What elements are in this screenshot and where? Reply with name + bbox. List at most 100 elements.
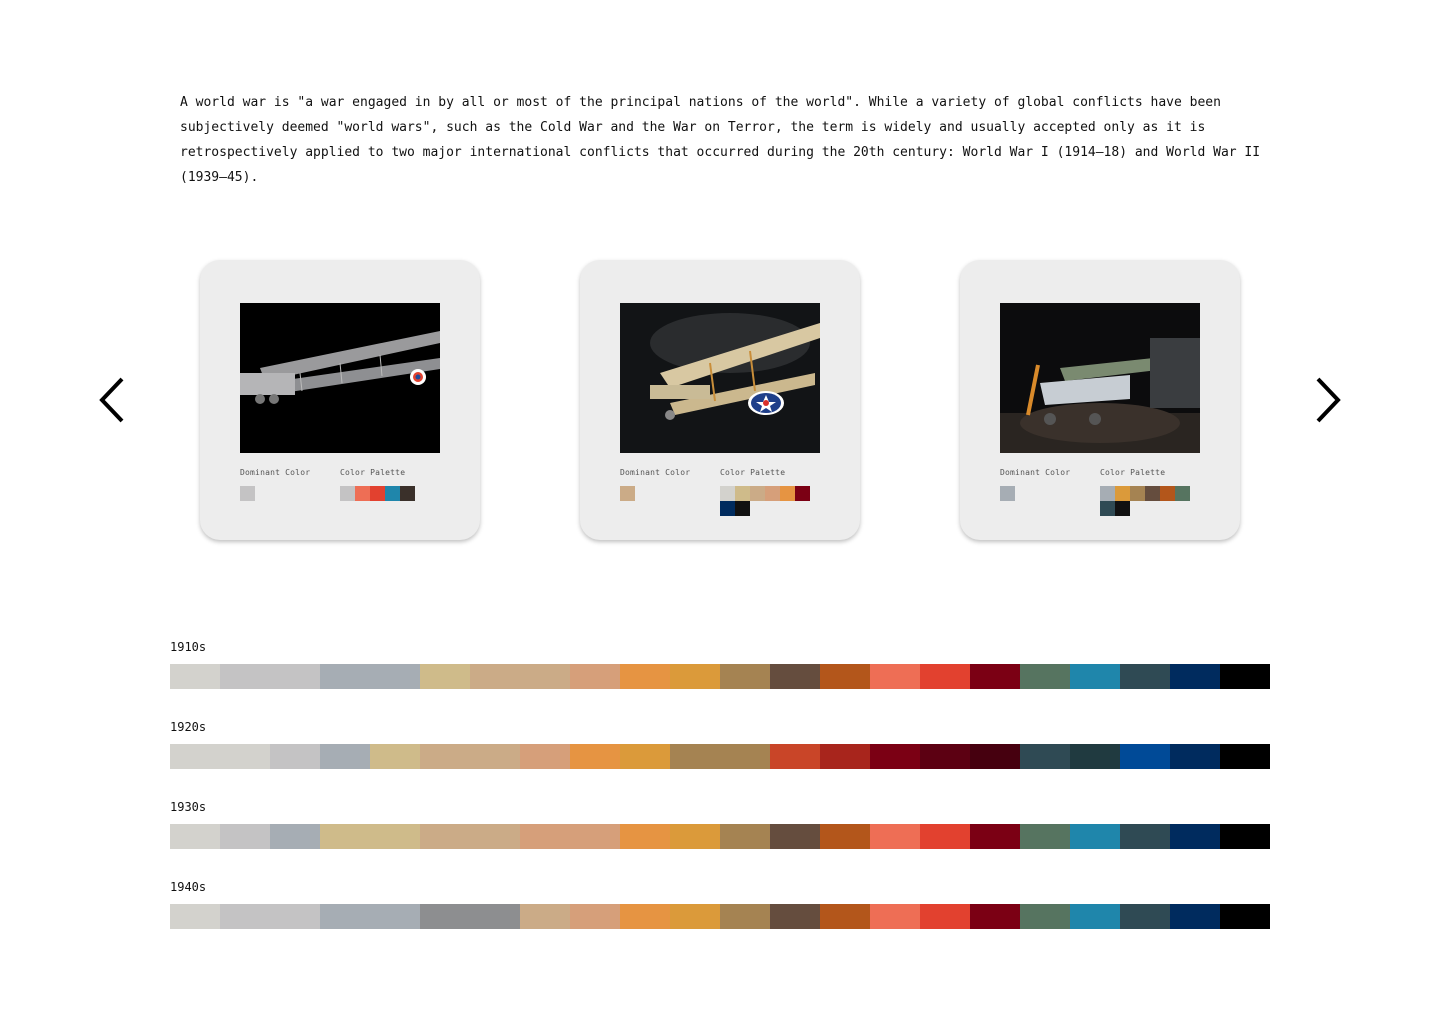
color-palette-label: Color Palette [340, 468, 406, 477]
decade-color-swatch [670, 664, 720, 689]
decade-color-strip [170, 744, 1270, 769]
decade-color-swatch [170, 664, 220, 689]
palette-swatch [720, 501, 735, 516]
color-palette-label: Color Palette [720, 468, 786, 477]
dominant-color-swatch [620, 486, 635, 501]
decade-color-swatch [1220, 744, 1270, 769]
decade-label: 1930s [170, 800, 207, 814]
decade-color-swatch [720, 664, 770, 689]
intro-paragraph: A world war is "a war engaged in by all … [180, 95, 1261, 185]
decade-color-swatch [170, 904, 220, 929]
decade-color-swatch [1120, 664, 1170, 689]
palette-swatch [1175, 486, 1190, 501]
decade-color-swatch [1020, 664, 1070, 689]
palette-swatch [765, 486, 780, 501]
aircraft-photo [620, 303, 820, 453]
color-palette-label: Color Palette [1100, 468, 1166, 477]
decade-color-swatch [520, 744, 570, 769]
decade-color-swatch [1020, 744, 1070, 769]
color-palette [1100, 486, 1190, 516]
decade-color-swatch [170, 824, 220, 849]
chevron-right-icon [1316, 377, 1341, 423]
decade-color-swatch [920, 664, 970, 689]
decade-color-swatch [420, 824, 520, 849]
decade-color-swatch [1070, 904, 1120, 929]
palette-swatch [1115, 501, 1130, 516]
aircraft-card[interactable]: Dominant Color Color Palette [960, 260, 1240, 540]
decade-color-swatch [920, 904, 970, 929]
decade-color-swatch [970, 664, 1020, 689]
palette-swatch [340, 486, 355, 501]
decade-color-swatch [1120, 904, 1170, 929]
dominant-color-swatch [1000, 486, 1015, 501]
aircraft-card[interactable]: Dominant Color Color Palette [580, 260, 860, 540]
decade-color-swatch [1220, 904, 1270, 929]
dominant-color-swatch [240, 486, 255, 501]
decade-color-swatch [920, 744, 970, 769]
palette-swatch [370, 486, 385, 501]
palette-swatch [385, 486, 400, 501]
color-palette [720, 486, 810, 516]
decade-color-swatch [820, 664, 870, 689]
decade-label: 1910s [170, 640, 207, 654]
palette-swatch [750, 486, 765, 501]
decade-color-swatch [770, 824, 820, 849]
aircraft-photo [240, 303, 440, 453]
decade-label: 1920s [170, 720, 207, 734]
aircraft-photo [1000, 303, 1200, 453]
decade-color-swatch [320, 824, 420, 849]
decade-color-swatch [1170, 664, 1220, 689]
decade-color-swatch [520, 904, 570, 929]
decade-color-swatch [320, 664, 420, 689]
decade-color-swatch [670, 744, 770, 769]
carousel-next-button[interactable] [1311, 375, 1343, 425]
dominant-color-label: Dominant Color [1000, 468, 1071, 477]
palette-swatch [720, 486, 735, 501]
decade-color-swatch [520, 824, 620, 849]
decade-color-swatch [420, 744, 520, 769]
decade-color-swatch [1070, 824, 1120, 849]
decade-color-swatch [1070, 744, 1120, 769]
palette-swatch [400, 486, 415, 501]
decade-color-swatch [670, 824, 720, 849]
decade-color-swatch [870, 904, 920, 929]
decade-color-swatch [1170, 824, 1220, 849]
decade-label: 1940s [170, 880, 207, 894]
decade-color-swatch [870, 824, 920, 849]
palette-swatch [1160, 486, 1175, 501]
decade-color-strip [170, 664, 1270, 689]
decade-color-strip [170, 904, 1270, 929]
dominant-color-label: Dominant Color [240, 468, 311, 477]
decade-color-swatch [270, 744, 320, 769]
palette-swatch [735, 501, 750, 516]
decade-color-swatch [170, 744, 270, 769]
palette-swatch [355, 486, 370, 501]
carousel-prev-button[interactable] [97, 375, 129, 425]
decade-color-swatch [620, 824, 670, 849]
palette-swatch [1145, 486, 1160, 501]
decade-color-swatch [770, 904, 820, 929]
palette-swatch [1100, 486, 1115, 501]
decade-color-swatch [420, 904, 520, 929]
color-palette [340, 486, 430, 501]
decade-color-swatch [1170, 904, 1220, 929]
decade-color-swatch [870, 744, 920, 769]
decade-color-swatch [270, 824, 320, 849]
palette-swatch [795, 486, 810, 501]
decade-color-swatch [1020, 824, 1070, 849]
decade-color-swatch [570, 744, 620, 769]
decade-color-strip [170, 824, 1270, 849]
decade-color-swatch [820, 904, 870, 929]
decade-color-swatch [1170, 744, 1220, 769]
decade-color-swatch [1220, 664, 1270, 689]
aircraft-card[interactable]: Dominant Color Color Palette [200, 260, 480, 540]
decade-color-swatch [620, 744, 670, 769]
decade-color-swatch [720, 904, 770, 929]
decade-color-swatch [370, 744, 420, 769]
decade-color-swatch [320, 744, 370, 769]
palette-swatch [780, 486, 795, 501]
decade-color-swatch [420, 664, 470, 689]
chevron-left-icon [99, 377, 124, 423]
decade-color-swatch [220, 824, 270, 849]
decade-color-swatch [320, 904, 420, 929]
